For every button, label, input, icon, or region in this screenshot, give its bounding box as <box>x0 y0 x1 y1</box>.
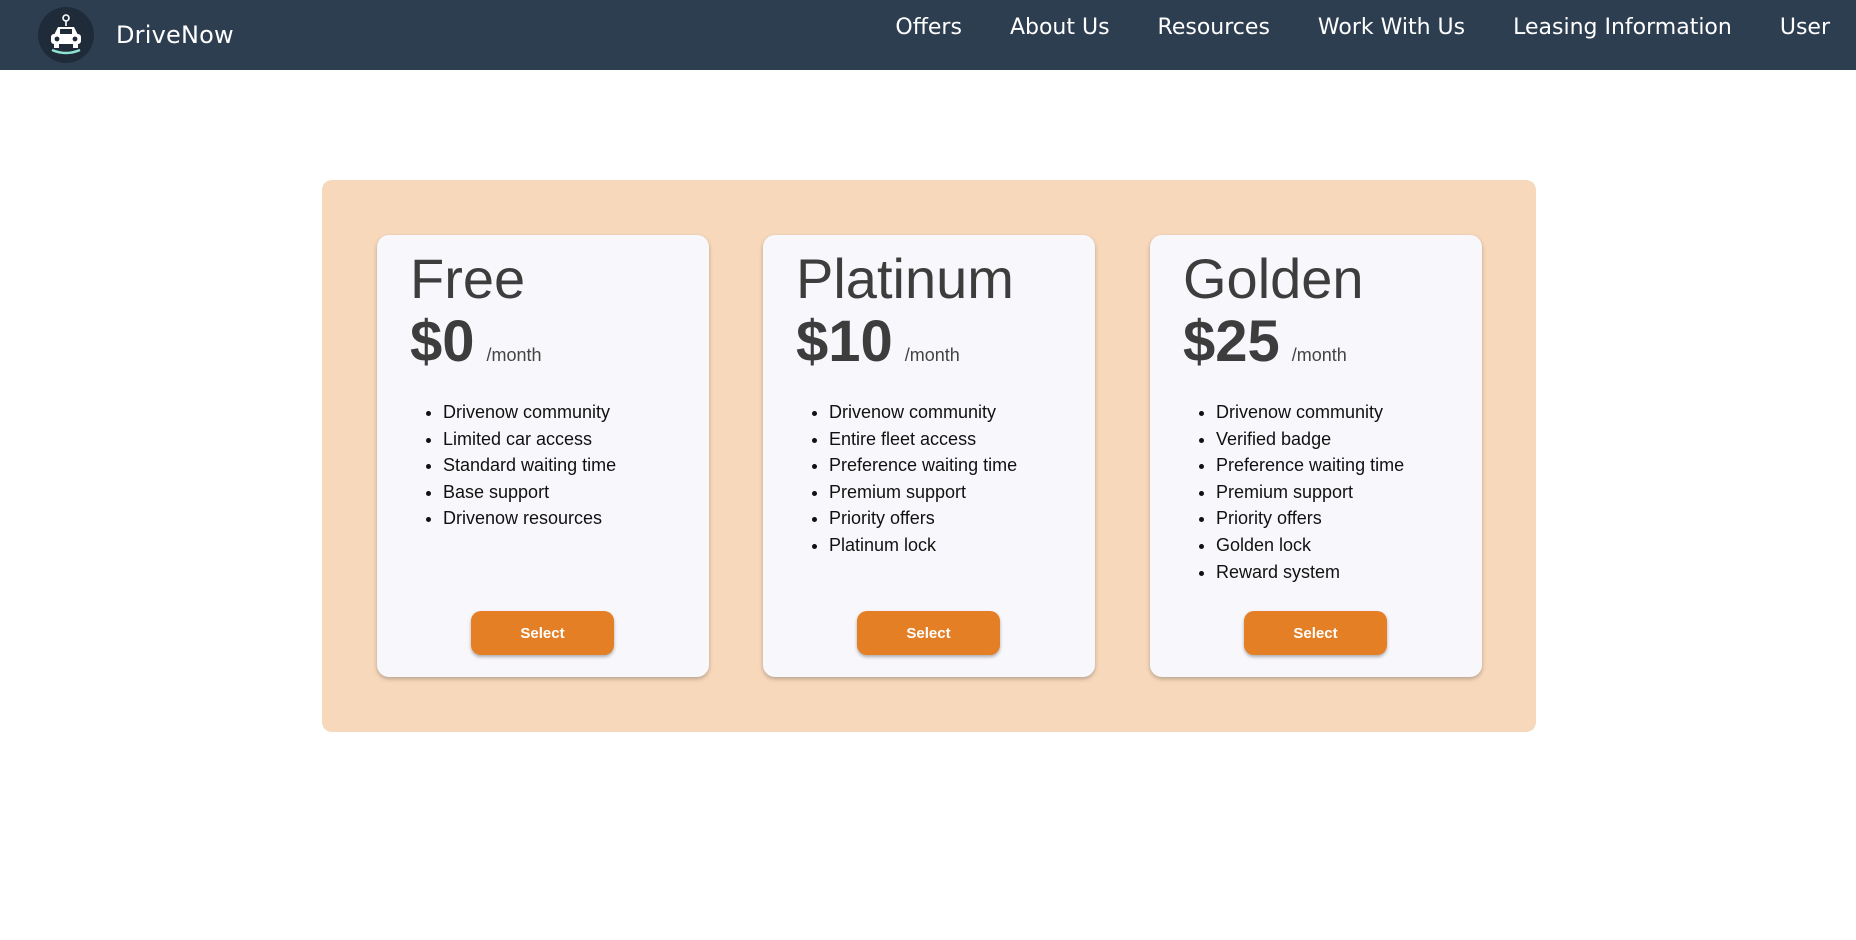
feature-item: Drivenow community <box>1216 399 1482 426</box>
feature-item: Drivenow community <box>443 399 709 426</box>
plan-name: Free <box>410 247 526 310</box>
plan-card-free: Free $0 /month Drivenow community Limite… <box>377 235 709 677</box>
feature-item: Preference waiting time <box>1216 452 1482 479</box>
brand-name[interactable]: DriveNow <box>116 21 234 49</box>
plan-card-platinum: Platinum $10 /month Drivenow community E… <box>763 235 1095 677</box>
top-navbar: DriveNow Offers About Us Resources Work … <box>0 0 1856 70</box>
price-period: /month <box>486 345 542 365</box>
pricing-panel: Free $0 /month Drivenow community Limite… <box>322 180 1536 732</box>
feature-list: Drivenow community Entire fleet access P… <box>796 399 1095 559</box>
feature-item: Base support <box>443 479 709 506</box>
feature-item: Preference waiting time <box>829 452 1095 479</box>
feature-list: Drivenow community Limited car access St… <box>410 399 709 532</box>
nav-links: Offers About Us Resources Work With Us L… <box>847 0 1830 54</box>
plan-price: $0 <box>410 309 475 374</box>
plan-price: $10 <box>796 309 893 374</box>
plan-card-golden: Golden $25 /month Drivenow community Ver… <box>1150 235 1482 677</box>
feature-item: Drivenow community <box>829 399 1095 426</box>
nav-link-work-with-us[interactable]: Work With Us <box>1318 15 1465 40</box>
plan-name: Golden <box>1183 247 1364 310</box>
plan-name: Platinum <box>796 247 1014 310</box>
feature-item: Priority offers <box>829 505 1095 532</box>
nav-link-resources[interactable]: Resources <box>1158 15 1270 40</box>
price-row: $0 /month <box>410 313 709 371</box>
feature-item: Limited car access <box>443 426 709 453</box>
nav-link-leasing-information[interactable]: Leasing Information <box>1513 15 1732 40</box>
price-period: /month <box>1291 345 1347 365</box>
brand[interactable]: DriveNow <box>38 7 234 63</box>
nav-link-about-us[interactable]: About Us <box>1010 15 1110 40</box>
feature-item: Standard waiting time <box>443 452 709 479</box>
select-golden-button[interactable]: Select <box>1244 611 1387 655</box>
feature-item: Premium support <box>829 479 1095 506</box>
feature-item: Reward system <box>1216 559 1482 586</box>
feature-item: Premium support <box>1216 479 1482 506</box>
price-row: $10 /month <box>796 313 1095 371</box>
price-period: /month <box>904 345 960 365</box>
select-free-button[interactable]: Select <box>471 611 614 655</box>
select-platinum-button[interactable]: Select <box>857 611 1000 655</box>
feature-list: Drivenow community Verified badge Prefer… <box>1183 399 1482 585</box>
nav-link-offers[interactable]: Offers <box>895 15 962 40</box>
car-logo-icon <box>38 7 94 63</box>
nav-link-user[interactable]: User <box>1780 15 1830 40</box>
feature-item: Entire fleet access <box>829 426 1095 453</box>
feature-item: Golden lock <box>1216 532 1482 559</box>
feature-item: Priority offers <box>1216 505 1482 532</box>
plan-price: $25 <box>1183 309 1280 374</box>
feature-item: Drivenow resources <box>443 505 709 532</box>
feature-item: Verified badge <box>1216 426 1482 453</box>
feature-item: Platinum lock <box>829 532 1095 559</box>
price-row: $25 /month <box>1183 313 1482 371</box>
